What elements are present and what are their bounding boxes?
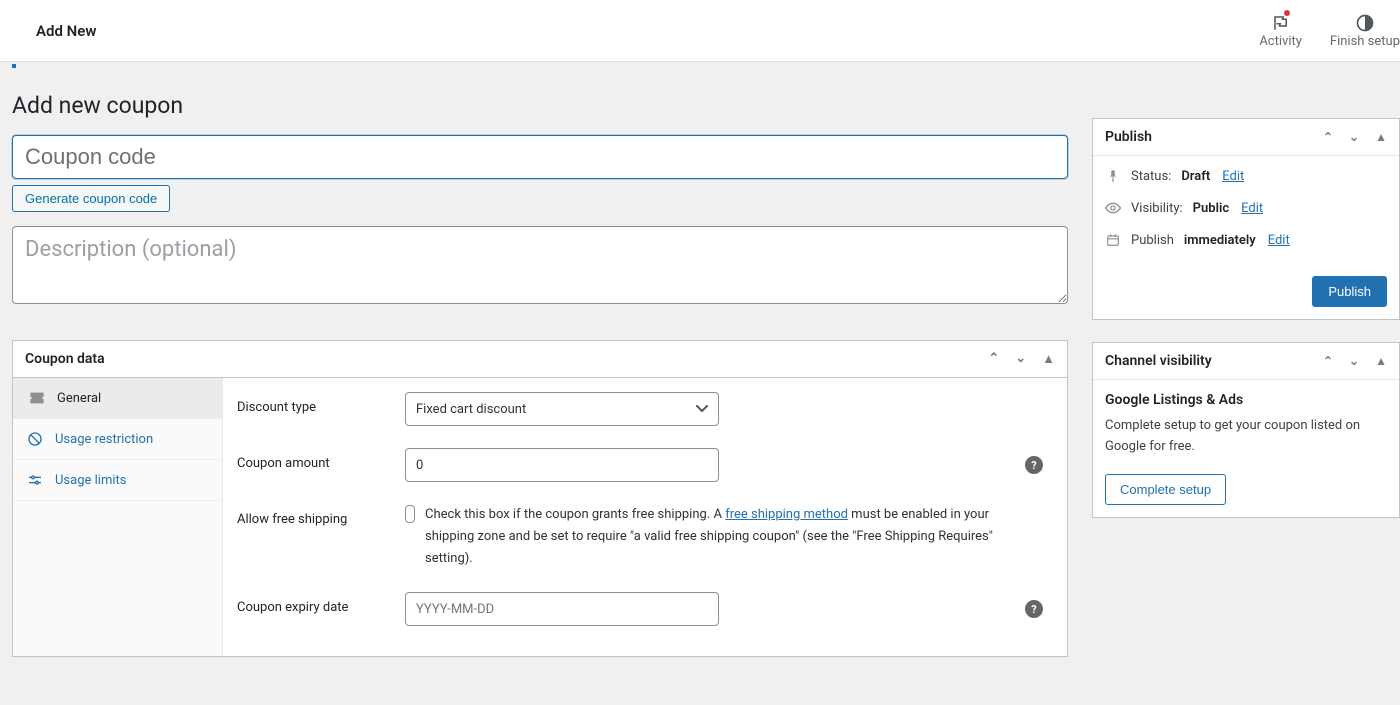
panel-down-icon[interactable]: ⌄ [1015, 351, 1026, 367]
complete-setup-button[interactable]: Complete setup [1105, 474, 1226, 505]
expiry-date-input[interactable] [405, 592, 719, 626]
publish-box-header: Publish ⌃ ⌄ ▲ [1093, 119, 1399, 156]
channel-sub-title: Google Listings & Ads [1105, 392, 1387, 408]
top-bar: Add New Activity Finish setup [0, 0, 1400, 62]
tab-general-label: General [57, 391, 101, 406]
free-shipping-method-link[interactable]: free shipping method [725, 507, 848, 522]
discount-type-select[interactable]: Fixed cart discount [405, 392, 719, 426]
tab-usage-restriction[interactable]: Usage restriction [13, 419, 222, 460]
screen-title: Add New [36, 22, 96, 40]
generate-coupon-code-button[interactable]: Generate coupon code [12, 185, 170, 212]
coupon-data-panel: Coupon data ⌃ ⌄ ▲ General [12, 340, 1068, 657]
channel-description: Complete setup to get your coupon listed… [1105, 416, 1387, 458]
discount-type-label: Discount type [237, 392, 405, 415]
coupon-amount-input[interactable] [405, 448, 719, 482]
publish-button[interactable]: Publish [1312, 276, 1387, 307]
description-textarea[interactable] [12, 226, 1068, 304]
edit-publish-time-link[interactable]: Edit [1268, 233, 1290, 248]
panel-up-icon[interactable]: ⌃ [988, 351, 999, 367]
free-shipping-checkbox[interactable] [405, 505, 415, 523]
publish-time-row: Publish immediately Edit [1105, 232, 1387, 248]
channel-visibility-header: Channel visibility ⌃ ⌄ ▲ [1093, 343, 1399, 380]
top-bar-actions: Activity Finish setup [1259, 12, 1400, 49]
coupon-general-form: Discount type Fixed cart discount Coupon… [223, 378, 1067, 656]
visibility-row: Visibility: Public Edit [1105, 200, 1387, 216]
notification-dot-icon [1284, 10, 1290, 16]
help-icon[interactable]: ? [1025, 600, 1043, 618]
expiry-date-label: Coupon expiry date [237, 592, 405, 615]
channel-visibility-title: Channel visibility [1105, 353, 1212, 369]
panel-collapse-icon[interactable]: ▲ [1042, 351, 1055, 367]
edit-status-link[interactable]: Edit [1222, 169, 1244, 184]
prohibited-icon [27, 431, 43, 447]
tab-usage-restriction-label: Usage restriction [55, 432, 153, 447]
panel-collapse-icon[interactable]: ▲ [1375, 354, 1387, 368]
main-column: Add new coupon Generate coupon code Coup… [12, 72, 1068, 657]
publish-box-title: Publish [1105, 129, 1152, 145]
panel-down-icon[interactable]: ⌄ [1349, 130, 1359, 144]
free-shipping-description: Check this box if the coupon grants free… [425, 504, 1019, 570]
free-shipping-label: Allow free shipping [237, 504, 405, 527]
tab-general[interactable]: General [13, 378, 222, 419]
status-row: Status: Draft Edit [1105, 168, 1387, 184]
eye-icon [1105, 200, 1121, 216]
panel-controls: ⌃ ⌄ ▲ [988, 351, 1055, 367]
coupon-data-tabs: General Usage restriction Usage limits [13, 378, 223, 656]
panel-collapse-icon[interactable]: ▲ [1375, 130, 1387, 144]
tab-usage-limits[interactable]: Usage limits [13, 460, 222, 501]
ticket-icon [29, 390, 45, 406]
calendar-icon [1105, 232, 1121, 248]
flag-icon [1270, 12, 1292, 34]
coupon-data-title: Coupon data [25, 351, 105, 367]
coupon-amount-label: Coupon amount [237, 448, 405, 471]
panel-up-icon[interactable]: ⌃ [1323, 130, 1333, 144]
coupon-code-input[interactable] [12, 135, 1068, 179]
help-icon[interactable]: ? [1025, 456, 1043, 474]
pin-icon [1105, 168, 1121, 184]
edit-visibility-link[interactable]: Edit [1241, 201, 1263, 216]
activity-button[interactable]: Activity [1259, 12, 1302, 49]
channel-visibility-box: Channel visibility ⌃ ⌄ ▲ Google Listings… [1092, 342, 1400, 518]
finish-setup-button[interactable]: Finish setup [1330, 12, 1400, 49]
page-title: Add new coupon [12, 92, 1068, 119]
coupon-data-header: Coupon data ⌃ ⌄ ▲ [13, 341, 1067, 378]
sliders-icon [27, 472, 43, 488]
panel-down-icon[interactable]: ⌄ [1349, 354, 1359, 368]
focus-indicator [12, 64, 16, 68]
finish-setup-label: Finish setup [1330, 34, 1400, 49]
activity-label: Activity [1259, 34, 1302, 49]
tab-usage-limits-label: Usage limits [55, 473, 126, 488]
sidebar-column: Publish ⌃ ⌄ ▲ Status: Draft Edit [1092, 72, 1400, 657]
publish-box: Publish ⌃ ⌄ ▲ Status: Draft Edit [1092, 118, 1400, 320]
half-circle-icon [1354, 12, 1376, 34]
panel-up-icon[interactable]: ⌃ [1323, 354, 1333, 368]
